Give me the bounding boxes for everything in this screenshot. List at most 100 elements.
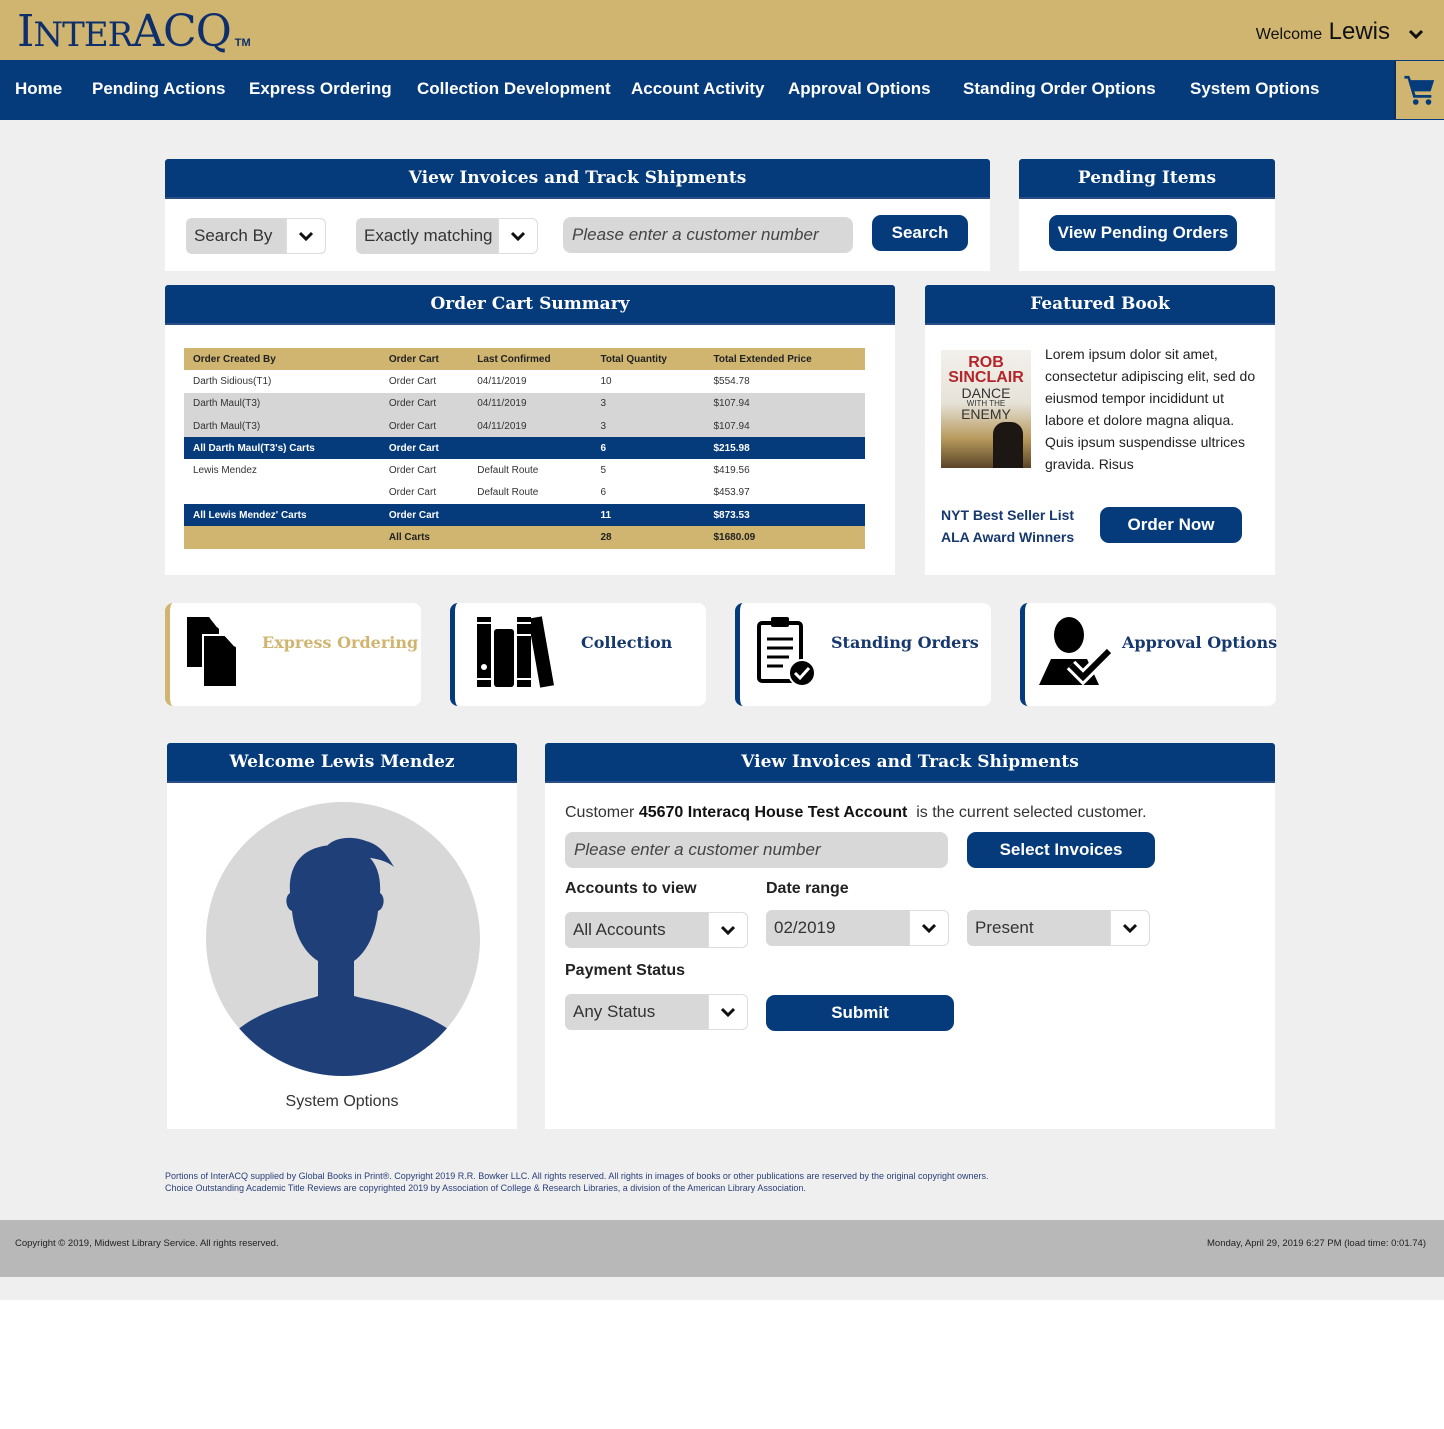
nav-account-activity[interactable]: Account Activity	[631, 79, 765, 99]
table-cell: $107.94	[704, 414, 865, 438]
date-range-label: Date range	[766, 880, 849, 897]
tile-standing-orders[interactable]: Standing Orders	[735, 603, 991, 706]
nav-express-ordering[interactable]: Express Ordering	[249, 79, 392, 99]
table-cell: Order Cart	[379, 459, 469, 482]
customer-suffix: is the current selected customer.	[916, 804, 1147, 821]
table-cell	[468, 526, 592, 549]
search-by-value: Search By	[194, 226, 273, 245]
table-cell: Order Cart	[379, 437, 469, 460]
column-header: Order Created By	[184, 348, 380, 371]
table-cell: Default Route	[468, 481, 592, 505]
ala-award-winners-link[interactable]: ALA Award Winners	[941, 529, 1074, 545]
table-cell: 6	[591, 437, 705, 460]
chevron-down-icon	[498, 218, 538, 254]
nav-approval-options[interactable]: Approval Options	[788, 79, 931, 99]
top-bar: INTERACQ TM Welcome Lewis	[0, 0, 1444, 60]
tile-collection[interactable]: Collection	[450, 603, 706, 706]
order-now-button[interactable]: Order Now	[1100, 507, 1242, 543]
table-cell: Order Cart	[379, 504, 469, 527]
table-cell: $554.78	[704, 370, 865, 393]
table-cell: 5	[591, 459, 705, 482]
date-from-value: 02/2019	[774, 918, 836, 937]
select-invoices-button[interactable]: Select Invoices	[967, 832, 1155, 868]
table-cell: Order Cart	[379, 414, 469, 438]
subtotal-row: All Darth Maul(T3's) Carts Order Cart 6 $21…	[184, 437, 865, 460]
footnote-line-1: Portions of InterACQ supplied by Global …	[165, 1171, 989, 1181]
chevron-down-icon	[286, 218, 326, 254]
column-header: Last Confirmed	[468, 348, 592, 371]
footer-copyright: Copyright © 2019, Midwest Library Servic…	[15, 1238, 279, 1249]
main-nav: Home Pending Actions Express Ordering Co…	[0, 60, 1444, 120]
cover-title-3: ENEMY	[961, 406, 1011, 422]
payment-status-select[interactable]: Any Status	[565, 994, 748, 1030]
table-cell: Darth Maul(T3)	[184, 414, 380, 438]
date-to-select[interactable]: Present	[967, 910, 1150, 946]
table-row: Darth Sidious(T1) Order Cart 04/11/2019 10 $…	[184, 370, 865, 393]
tile-approval-options[interactable]: Approval Options	[1020, 603, 1278, 706]
nyt-best-seller-link[interactable]: NYT Best Seller List	[941, 507, 1074, 523]
table-cell: $453.97	[704, 481, 865, 505]
payment-status-value: Any Status	[573, 1002, 656, 1021]
table-cell	[184, 526, 380, 549]
cart-button[interactable]	[1394, 61, 1444, 119]
featured-book-title: Featured Book	[925, 285, 1275, 325]
invoice-customer-number-input[interactable]	[565, 832, 948, 868]
chevron-down-icon	[1110, 910, 1150, 946]
pending-items-title: Pending Items	[1019, 159, 1275, 199]
table-cell: 6	[591, 481, 705, 505]
invoice-panel: View Invoices and Track Shipments Custom…	[545, 743, 1275, 1129]
nav-system-options[interactable]: System Options	[1190, 79, 1319, 99]
nav-pending-actions[interactable]: Pending Actions	[92, 79, 226, 99]
nav-home[interactable]: Home	[15, 79, 62, 99]
nav-collection-development[interactable]: Collection Development	[417, 79, 611, 99]
cart-summary-table: Order Created By Order Cart Last Confirm…	[184, 348, 865, 549]
invoice-search-card: View Invoices and Track Shipments Search…	[165, 159, 990, 271]
customer-name: 45670 Interacq House Test Account	[638, 804, 908, 821]
search-by-select[interactable]: Search By	[186, 218, 326, 254]
user-menu[interactable]: Welcome Lewis	[1256, 18, 1390, 46]
tile-express-ordering[interactable]: Express Ordering	[165, 603, 421, 706]
payment-status-label: Payment Status	[565, 962, 686, 979]
match-mode-select[interactable]: Exactly matching	[356, 218, 538, 254]
date-from-select[interactable]: 02/2019	[766, 910, 949, 946]
tile-approval-options-label: Approval Options	[1122, 633, 1278, 652]
system-options-link[interactable]: System Options	[167, 1093, 517, 1111]
welcome-title: Welcome Lewis Mendez	[167, 743, 517, 783]
documents-icon	[187, 617, 238, 688]
legal-footnote: Portions of InterACQ supplied by Global …	[165, 1170, 989, 1194]
table-cell: Darth Sidious(T1)	[184, 370, 380, 393]
table-cell: 3	[591, 414, 705, 438]
pending-items-card: Pending Items View Pending Orders	[1019, 159, 1275, 271]
column-header: Order Cart	[379, 348, 469, 371]
customer-number-input[interactable]	[563, 217, 853, 253]
welcome-prefix: Welcome	[1255, 26, 1323, 43]
search-button[interactable]: Search	[872, 215, 968, 251]
footer: Copyright © 2019, Midwest Library Servic…	[0, 1220, 1444, 1277]
cover-author-last: SINCLAIR	[948, 369, 1024, 386]
tile-collection-label: Collection	[581, 633, 673, 652]
invoice-panel-title: View Invoices and Track Shipments	[545, 743, 1275, 783]
table-cell: Default Route	[468, 459, 592, 482]
accounts-select[interactable]: All Accounts	[565, 912, 748, 948]
subtotal-row: All Lewis Mendez' Carts Order Cart 11 $873.…	[184, 504, 865, 527]
table-cell: 10	[591, 370, 705, 393]
table-cell: Order Cart	[379, 370, 469, 393]
table-cell	[468, 504, 592, 527]
view-pending-orders-button[interactable]: View Pending Orders	[1049, 215, 1237, 251]
customer-prefix: Customer	[565, 804, 635, 821]
table-cell	[184, 481, 380, 505]
table-cell: Darth Maul(T3)	[184, 392, 380, 415]
user-avatar-icon[interactable]	[206, 801, 480, 1077]
nav-standing-order-options[interactable]: Standing Order Options	[963, 79, 1156, 99]
submit-button[interactable]: Submit	[766, 995, 954, 1031]
table-row: Darth Maul(T3) Order Cart 04/11/2019 3 $107.…	[184, 392, 865, 415]
table-cell: $1680.09	[704, 526, 865, 549]
table-header-row: Order Created By Order Cart Last Confirm…	[184, 348, 865, 371]
book-description: Lorem ipsum dolor sit amet, consectetur …	[1045, 346, 1256, 472]
chevron-down-icon[interactable]	[1408, 26, 1424, 42]
table-cell: Order Cart	[379, 481, 469, 505]
table-cell: $419.56	[704, 459, 865, 482]
table-cell: 3	[591, 392, 705, 415]
book-cover[interactable]: ROB SINCLAIR DANCE WITH THE ENEMY	[941, 350, 1031, 468]
cover-figure	[993, 422, 1023, 468]
